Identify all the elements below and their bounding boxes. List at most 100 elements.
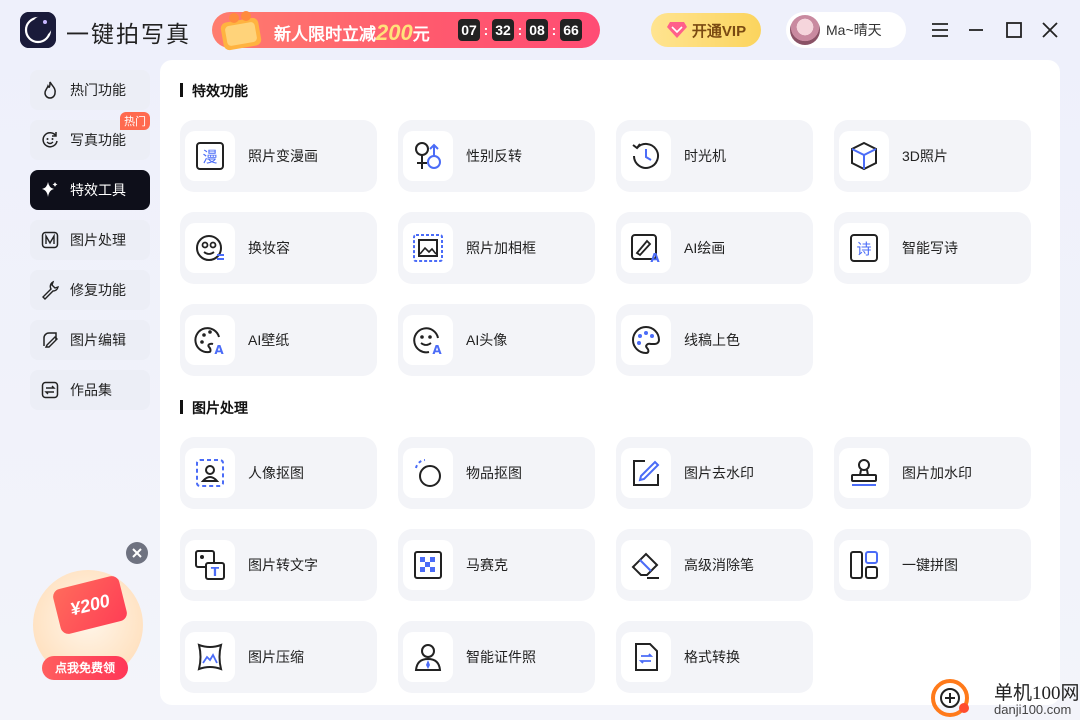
cube-icon xyxy=(851,141,877,171)
countdown-sep: : xyxy=(483,22,489,38)
card-icon-wrap xyxy=(621,131,671,181)
edit-image-icon xyxy=(43,332,58,348)
tool-card-makeup[interactable]: 换妆容 xyxy=(180,212,377,284)
tool-card-time-machine[interactable]: 时光机 xyxy=(616,120,813,192)
ai-avatar-icon: A xyxy=(413,327,442,357)
sidebar-item-gallery[interactable]: 作品集 xyxy=(30,370,150,410)
minimize-button[interactable] xyxy=(966,20,986,40)
sidebar-item-label: 热门功能 xyxy=(70,82,126,98)
gift-icon xyxy=(220,11,262,51)
tool-card-collage[interactable]: 一键拼图 xyxy=(834,529,1031,601)
sidebar-item-image-process[interactable]: 图片处理 xyxy=(30,220,150,260)
sidebar-item-label: 写真功能 xyxy=(70,132,126,148)
tool-label: AI绘画 xyxy=(684,240,726,256)
card-icon-wrap xyxy=(839,131,889,181)
vip-label: 开通VIP xyxy=(691,22,747,40)
menu-button[interactable] xyxy=(930,20,950,40)
compress-icon xyxy=(197,643,223,671)
maximize-icon xyxy=(1006,22,1022,38)
countdown-minutes: 32 xyxy=(492,19,514,41)
format-convert-icon xyxy=(635,643,658,671)
card-icon-wrap xyxy=(403,632,453,682)
maximize-button[interactable] xyxy=(1004,20,1024,40)
tool-card-compress[interactable]: 图片压缩 xyxy=(180,621,377,693)
history-clock-icon xyxy=(632,142,659,169)
tool-card-object-cutout[interactable]: 物品抠图 xyxy=(398,437,595,509)
tool-card-lineart-color[interactable]: 线稿上色 xyxy=(616,304,813,376)
photo-frame-icon xyxy=(413,234,443,262)
image-process-icon xyxy=(41,231,59,249)
svg-text:A: A xyxy=(650,251,660,265)
coupon-close-button[interactable] xyxy=(126,542,148,564)
card-icon-wrap xyxy=(839,540,889,590)
card-icon-wrap: 诗 xyxy=(839,223,889,273)
tool-label: 照片加相框 xyxy=(466,240,536,256)
card-icon-wrap: T xyxy=(185,540,235,590)
card-icon-wrap xyxy=(839,448,889,498)
hamburger-icon xyxy=(932,23,948,37)
tool-card-image-to-text[interactable]: T 图片转文字 xyxy=(180,529,377,601)
poem-icon: 诗 xyxy=(850,234,878,262)
card-icon-wrap xyxy=(621,448,671,498)
tool-card-remove-watermark[interactable]: 图片去水印 xyxy=(616,437,813,509)
tool-label: 智能写诗 xyxy=(902,240,958,256)
section-title-image-process: 图片处理 xyxy=(180,398,248,418)
tool-label: 物品抠图 xyxy=(466,465,522,481)
card-icon-wrap xyxy=(621,632,671,682)
sidebar-item-label: 图片编辑 xyxy=(70,332,126,348)
tool-card-ai-paint[interactable]: A AI绘画 xyxy=(616,212,813,284)
sidebar-item-effects[interactable]: 特效工具 xyxy=(30,170,150,210)
stamp-icon xyxy=(851,459,877,486)
wrench-icon xyxy=(42,280,59,300)
sidebar-item-label: 修复功能 xyxy=(70,282,126,298)
tool-card-ai-avatar[interactable]: A AI头像 xyxy=(398,304,595,376)
tool-card-mosaic[interactable]: 马赛克 xyxy=(398,529,595,601)
sidebar-item-repair[interactable]: 修复功能 xyxy=(30,270,150,310)
promo-banner[interactable]: 新人限时立减200元 07 : 32 : 08 : 66 xyxy=(212,11,600,51)
sidebar-item-label: 特效工具 xyxy=(70,182,126,198)
card-icon-wrap xyxy=(403,540,453,590)
tool-label: 性别反转 xyxy=(466,148,522,164)
tool-card-frame[interactable]: 照片加相框 xyxy=(398,212,595,284)
title-bar: 一键拍写真 新人限时立减200元 07 : 32 : 08 : 66 开通VIP xyxy=(0,0,1080,60)
card-icon-wrap: A xyxy=(185,315,235,365)
tool-card-portrait-cutout[interactable]: 人像抠图 xyxy=(180,437,377,509)
tool-label: 一键拼图 xyxy=(902,557,958,573)
sidebar-item-hot[interactable]: 热门功能 xyxy=(30,70,150,110)
watermark-url: danji100.com xyxy=(994,702,1072,717)
countdown-sep: : xyxy=(517,22,523,38)
section-title-effects: 特效功能 xyxy=(180,81,248,101)
tool-label: 图片加水印 xyxy=(902,465,972,481)
eraser-icon xyxy=(631,552,659,579)
id-photo-icon xyxy=(414,644,442,671)
tool-card-add-watermark[interactable]: 图片加水印 xyxy=(834,437,1031,509)
coupon-widget[interactable]: ¥200 点我免费领 xyxy=(30,540,150,685)
sidebar-item-edit[interactable]: 图片编辑 xyxy=(30,320,150,360)
collage-icon xyxy=(850,551,878,579)
tool-label: 时光机 xyxy=(684,148,726,164)
watermark-title: 单机100网 xyxy=(994,683,1080,704)
user-profile[interactable]: Ma~晴天 xyxy=(786,12,906,48)
tool-card-eraser[interactable]: 高级消除笔 xyxy=(616,529,813,601)
tool-card-3d[interactable]: 3D照片 xyxy=(834,120,1031,192)
tool-card-manga[interactable]: 漫 照片变漫画 xyxy=(180,120,377,192)
sidebar-item-portrait[interactable]: 写真功能 热门 xyxy=(30,112,150,160)
vip-button[interactable]: 开通VIP xyxy=(651,13,761,47)
tool-card-ai-wallpaper[interactable]: A AI壁纸 xyxy=(180,304,377,376)
close-button[interactable] xyxy=(1040,20,1060,40)
coupon-claim-button[interactable]: 点我免费领 xyxy=(42,656,128,680)
tool-label: 高级消除笔 xyxy=(684,557,754,573)
tool-label: 照片变漫画 xyxy=(248,148,318,164)
card-icon-wrap xyxy=(185,632,235,682)
smile-refresh-icon xyxy=(42,132,58,148)
promo-unit: 元 xyxy=(412,25,430,44)
tool-label: 人像抠图 xyxy=(248,465,304,481)
tool-card-id-photo[interactable]: 智能证件照 xyxy=(398,621,595,693)
card-icon-wrap xyxy=(185,223,235,273)
countdown-seconds: 08 xyxy=(526,19,548,41)
tool-card-format-convert[interactable]: 格式转换 xyxy=(616,621,813,693)
app-title: 一键拍写真 xyxy=(66,22,191,48)
tool-card-gender[interactable]: 性别反转 xyxy=(398,120,595,192)
tool-card-poem[interactable]: 诗 智能写诗 xyxy=(834,212,1031,284)
card-icon-wrap xyxy=(185,448,235,498)
